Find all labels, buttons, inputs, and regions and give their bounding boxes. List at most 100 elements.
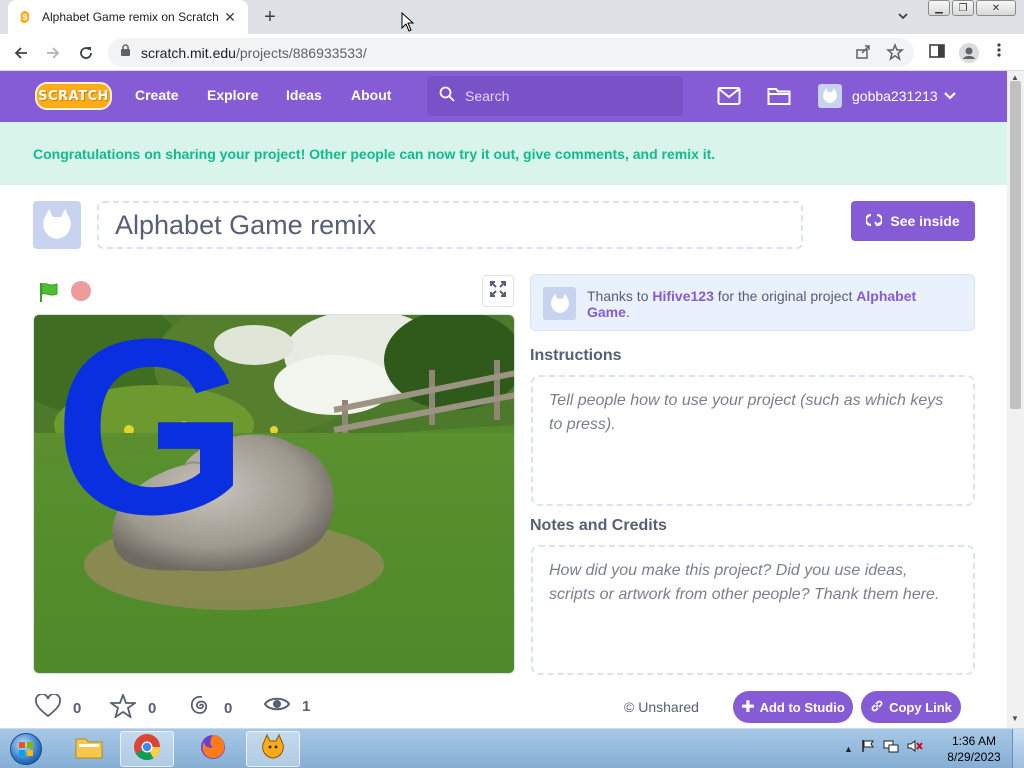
stop-button[interactable] xyxy=(71,281,91,301)
network-icon[interactable] xyxy=(883,739,899,758)
nav-explore[interactable]: Explore xyxy=(207,87,258,103)
scratch-logo[interactable]: SCRATCH xyxy=(35,82,112,110)
nav-ideas[interactable]: Ideas xyxy=(286,87,322,103)
taskbar-explorer[interactable] xyxy=(62,731,116,767)
love-stat[interactable]: 0 xyxy=(35,693,82,722)
show-desktop-button[interactable] xyxy=(1012,729,1024,768)
stage-letter-g: G xyxy=(54,315,248,566)
copyright-icon: © xyxy=(624,699,635,715)
banner-message: Congratulations on sharing your project!… xyxy=(33,145,716,162)
nav-about[interactable]: About xyxy=(351,87,391,103)
search-placeholder: Search xyxy=(465,88,510,104)
search-input[interactable]: Search xyxy=(427,76,683,116)
window-controls: ▁ ❐ ✕ xyxy=(928,0,1016,16)
minimize-button[interactable]: ▁ xyxy=(928,0,950,16)
scratch-navbar: SCRATCH Create Explore Ideas About Searc… xyxy=(0,71,1007,122)
remix-count: 0 xyxy=(224,699,233,717)
restore-button[interactable]: ❐ xyxy=(952,0,974,16)
page-scrollbar[interactable]: ▲ ▼ xyxy=(1007,71,1024,728)
bookmark-star-icon[interactable] xyxy=(886,42,904,66)
forward-icon[interactable] xyxy=(42,42,64,64)
views-count: 1 xyxy=(302,697,311,715)
my-stuff-folder-icon[interactable] xyxy=(767,86,791,111)
reload-icon[interactable] xyxy=(75,42,97,64)
browser-tab[interactable]: S Alphabet Game remix on Scratch ✕ xyxy=(8,0,248,34)
favorite-stat[interactable]: 0 xyxy=(108,692,156,722)
chevron-down-icon[interactable] xyxy=(943,89,957,108)
taskbar-chrome[interactable] xyxy=(120,731,174,767)
remix-stat: 0 xyxy=(188,694,232,722)
browser-toolbar: scratch.mit.edu/projects/886933533/ xyxy=(0,34,1024,71)
original-author-avatar[interactable] xyxy=(543,287,576,320)
address-bar[interactable]: scratch.mit.edu/projects/886933533/ xyxy=(108,38,914,67)
instructions-heading: Instructions xyxy=(530,347,622,364)
start-button[interactable] xyxy=(6,731,46,767)
mouse-cursor-icon xyxy=(401,11,415,37)
svg-text:S: S xyxy=(22,13,28,22)
love-count: 0 xyxy=(73,699,82,717)
share-success-banner: Congratulations on sharing your project!… xyxy=(0,122,1007,185)
plus-icon: ✚ xyxy=(741,699,755,716)
see-inside-label: See inside xyxy=(890,213,960,229)
share-status-text: Unshared xyxy=(638,699,699,715)
scratch-cat-icon xyxy=(259,733,287,766)
instructions-textarea[interactable]: Tell people how to use your project (suc… xyxy=(531,375,975,506)
copy-link-button[interactable]: Copy Link xyxy=(861,691,961,723)
messages-icon[interactable] xyxy=(717,86,741,111)
windows-logo-icon xyxy=(10,733,42,765)
browser-tab-bar: S Alphabet Game remix on Scratch ✕ + ▁ ❐… xyxy=(0,0,1024,34)
views-stat: 1 xyxy=(263,694,311,718)
tab-close-icon[interactable]: ✕ xyxy=(222,9,238,26)
taskbar-firefox[interactable] xyxy=(186,731,240,767)
clock-time: 1:36 AM xyxy=(951,734,997,748)
fullscreen-button[interactable] xyxy=(482,275,514,307)
instructions-placeholder: Tell people how to use your project (suc… xyxy=(549,392,944,433)
windows-taskbar: ▲ 1:36 AM 8/29/2023 xyxy=(0,728,1024,768)
remix-spiral-icon xyxy=(188,694,212,722)
side-panel-icon[interactable] xyxy=(928,42,946,60)
notes-textarea[interactable]: How did you make this project? Did you u… xyxy=(531,545,975,675)
new-tab-button[interactable]: + xyxy=(258,5,282,29)
tray-expand-icon[interactable]: ▲ xyxy=(844,744,853,754)
heart-icon xyxy=(35,693,61,722)
fullscreen-icon xyxy=(490,280,506,302)
project-stage[interactable]: G xyxy=(33,314,515,674)
project-title: Alphabet Game remix xyxy=(115,209,377,240)
nav-create[interactable]: Create xyxy=(135,87,179,103)
notes-placeholder: How did you make this project? Did you u… xyxy=(549,562,940,603)
project-title-input[interactable]: Alphabet Game remix xyxy=(97,201,803,249)
logo-text: SCRATCH xyxy=(38,88,109,104)
share-icon[interactable] xyxy=(854,43,872,66)
scratch-favicon-icon: S xyxy=(18,10,32,24)
username[interactable]: gobba231213 xyxy=(852,88,938,104)
original-author-link[interactable]: Hifive123 xyxy=(652,288,713,304)
system-tray: ▲ xyxy=(844,739,923,758)
scroll-down-icon[interactable]: ▼ xyxy=(1011,714,1019,723)
user-avatar[interactable] xyxy=(818,84,842,108)
eye-icon xyxy=(263,694,291,718)
credit-suffix: . xyxy=(625,304,630,320)
back-icon[interactable] xyxy=(10,42,32,64)
share-status: © Unshared xyxy=(624,699,699,715)
add-to-studio-button[interactable]: ✚ Add to Studio xyxy=(733,691,853,723)
project-owner-avatar[interactable] xyxy=(33,201,81,249)
add-to-studio-label: Add to Studio xyxy=(759,699,845,715)
tab-search-chevron-icon[interactable] xyxy=(896,9,910,28)
link-icon xyxy=(870,699,884,716)
remix-arrows-icon xyxy=(865,212,884,231)
volume-muted-icon[interactable] xyxy=(907,739,923,758)
search-icon xyxy=(439,86,455,107)
folder-icon xyxy=(74,734,104,765)
star-icon xyxy=(108,692,138,722)
window-close-button[interactable]: ✕ xyxy=(976,0,1016,16)
browser-menu-icon[interactable] xyxy=(996,42,1002,58)
green-flag-icon[interactable] xyxy=(38,281,60,308)
lock-icon[interactable] xyxy=(120,43,131,62)
profile-avatar-icon[interactable] xyxy=(958,42,980,64)
taskbar-scratch[interactable] xyxy=(246,731,300,767)
taskbar-clock[interactable]: 1:36 AM 8/29/2023 xyxy=(944,733,1004,765)
action-center-flag-icon[interactable] xyxy=(861,739,875,758)
stage-scene: G xyxy=(34,315,514,673)
scrollbar-thumb[interactable] xyxy=(1010,81,1021,409)
see-inside-button[interactable]: See inside xyxy=(851,201,975,241)
